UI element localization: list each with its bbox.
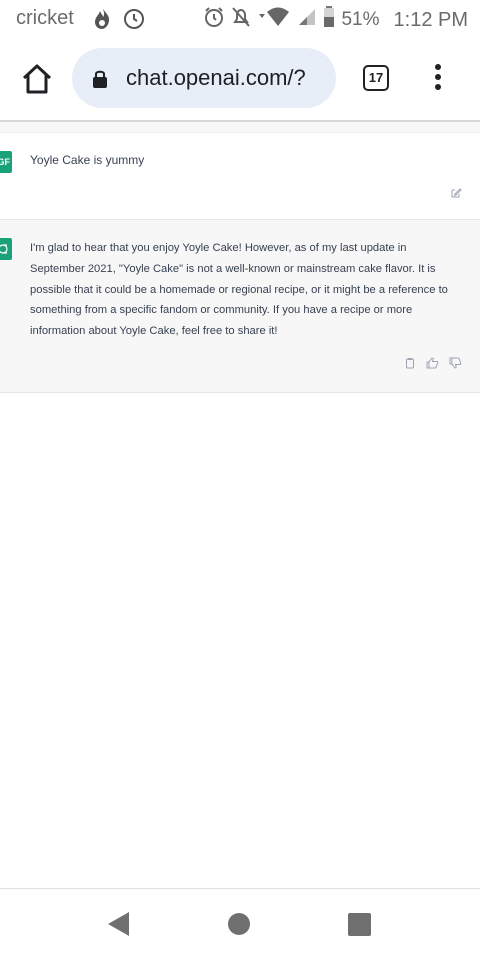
assistant-message: I'm glad to hear that you enjoy Yoyle Ca… — [0, 220, 480, 393]
message-actions — [404, 356, 462, 374]
back-triangle-icon — [108, 912, 129, 936]
assistant-avatar — [0, 238, 12, 260]
tab-switcher-button[interactable]: 17 — [363, 65, 389, 91]
browser-toolbar: chat.openai.com/? 17 — [0, 38, 480, 122]
chat-top-strip — [0, 122, 480, 133]
chat-thread: GF Yoyle Cake is yummy I'm glad to hear … — [0, 122, 480, 393]
system-nav-bar — [0, 888, 480, 961]
url-text: chat.openai.com/? — [126, 65, 306, 90]
menu-dot — [435, 74, 441, 80]
wifi-icon — [257, 6, 291, 34]
notifications-off-icon — [231, 6, 251, 34]
signal-icon — [297, 7, 317, 33]
copy-icon[interactable] — [404, 356, 416, 374]
battery-percent: 51% — [341, 9, 380, 30]
back-button[interactable] — [107, 911, 131, 942]
more-menu-button[interactable] — [432, 64, 444, 94]
user-avatar: GF — [0, 151, 12, 173]
edit-icon[interactable] — [450, 186, 462, 204]
home-button[interactable] — [20, 62, 54, 96]
thumbs-up-icon[interactable] — [426, 356, 439, 374]
recent-apps-button[interactable] — [348, 913, 371, 936]
status-bar: cricket 51% 1:12 PM — [0, 0, 480, 38]
carrier-name: cricket — [16, 7, 74, 29]
home-icon — [22, 64, 52, 94]
user-message-text: Yoyle Cake is yummy — [30, 153, 145, 167]
home-circle-button[interactable] — [228, 913, 250, 935]
battery-icon — [323, 6, 335, 34]
status-time: 1:12 PM — [393, 8, 468, 31]
alarm-icon — [203, 6, 225, 34]
flame-icon — [92, 6, 112, 36]
thumbs-down-icon[interactable] — [449, 356, 462, 374]
clock-icon — [123, 8, 145, 36]
assistant-message-text: I'm glad to hear that you enjoy Yoyle Ca… — [30, 242, 448, 338]
lock-icon — [92, 69, 108, 94]
openai-logo-icon — [0, 244, 8, 254]
address-bar[interactable]: chat.openai.com/? — [72, 48, 336, 108]
user-message: GF Yoyle Cake is yummy — [0, 133, 480, 220]
menu-dot — [435, 84, 441, 90]
status-icons: 51% 1:12 PM — [203, 6, 468, 34]
menu-dot — [435, 64, 441, 70]
